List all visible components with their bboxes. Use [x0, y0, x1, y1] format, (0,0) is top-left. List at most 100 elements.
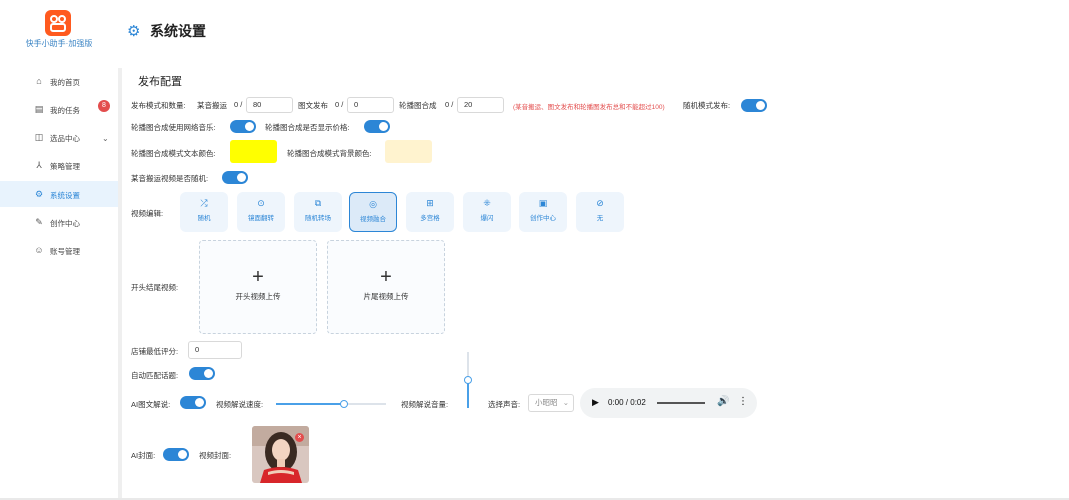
speed-slider-fill: [276, 403, 345, 405]
settings-gear-icon: ⚙: [127, 23, 141, 40]
video-cover-image[interactable]: ×: [252, 426, 309, 483]
plus-icon: +: [252, 266, 264, 288]
auto-topic-toggle[interactable]: [189, 367, 215, 380]
sidebar-item-accounts[interactable]: ☺ 账号管理: [0, 237, 118, 263]
effect-random[interactable]: ⤮ 随机: [180, 192, 228, 232]
edit-icon: ✎: [35, 217, 43, 227]
volume-slider-fill: [467, 380, 469, 408]
bg-color-label: 轮播图合成模式背景颜色:: [287, 149, 372, 158]
image-post-label: 图文发布: [298, 101, 328, 110]
min-score-input[interactable]: 0: [188, 341, 242, 359]
text-color-label: 轮播图合成模式文本颜色:: [131, 149, 216, 158]
volume-slider-handle[interactable]: [464, 376, 472, 384]
effect-none[interactable]: ⊘ 无: [576, 192, 624, 232]
effect-label: 创作中心: [530, 215, 556, 222]
effect-flash[interactable]: ⁜ 爆闪: [463, 192, 511, 232]
effect-mirror[interactable]: ⊙ 镜面翻转: [237, 192, 285, 232]
video-move-input[interactable]: 80: [246, 97, 293, 113]
audio-time: 0:00 / 0:02: [608, 398, 646, 407]
effect-grid[interactable]: ⊞ 多宫格: [406, 192, 454, 232]
sidebar-item-label: 选品中心: [50, 134, 80, 143]
ai-narration-toggle[interactable]: [180, 396, 206, 409]
voice-select[interactable]: 小昭昭 ⌄: [528, 394, 574, 412]
sidebar-item-home[interactable]: ⌂ 我的首页: [0, 68, 118, 94]
user-icon: ☺: [34, 245, 44, 255]
volume-icon[interactable]: 🔊: [717, 396, 729, 407]
sidebar-item-settings[interactable]: ⚙ 系统设置: [0, 181, 118, 207]
intro-outro-label: 开头结尾视频:: [131, 283, 179, 292]
more-icon[interactable]: ⋮: [738, 396, 748, 407]
sidebar-item-create[interactable]: ✎ 创作中心: [0, 209, 118, 235]
speed-slider-handle[interactable]: [340, 400, 349, 408]
plus-icon: +: [380, 266, 392, 288]
gear-icon: ⚙: [34, 189, 44, 199]
text-color-picker[interactable]: [230, 140, 277, 163]
sidebar-item-label: 我的首页: [50, 78, 80, 87]
voice-select-value: 小昭昭: [535, 398, 558, 407]
chevron-down-icon[interactable]: ⌄: [102, 134, 109, 143]
auto-topic-label: 自动匹配话题:: [131, 371, 179, 380]
effect-label: 随机转场: [305, 215, 331, 222]
task-icon: ▤: [34, 104, 44, 114]
effect-create[interactable]: ▣ 创作中心: [519, 192, 567, 232]
remove-cover-icon[interactable]: ×: [295, 433, 304, 442]
ai-cover-label: AI封面:: [131, 451, 156, 460]
video-edit-label: 视频编辑:: [131, 209, 164, 218]
random-mode-toggle[interactable]: [741, 99, 767, 112]
section-title: 发布配置: [138, 76, 182, 88]
chevron-down-icon: ⌄: [562, 398, 569, 407]
effect-label: 镜面翻转: [248, 215, 274, 222]
audio-player: ▶ 0:00 / 0:02 🔊 ⋮: [580, 388, 757, 418]
sidebar-item-label: 账号管理: [50, 247, 80, 256]
grid-icon: ⊞: [426, 198, 434, 208]
carousel-music-label: 轮播图合成使用网络音乐:: [131, 123, 216, 132]
image-post-input[interactable]: 0: [347, 97, 394, 113]
app-logo: [45, 10, 71, 36]
effect-label: 多宫格: [420, 215, 440, 222]
outro-upload[interactable]: + 片尾视频上传: [327, 240, 445, 334]
ai-cover-toggle[interactable]: [163, 448, 189, 461]
effect-label: 视频融合: [360, 216, 386, 223]
create-icon: ▣: [538, 198, 548, 208]
carousel-price-toggle[interactable]: [364, 120, 390, 133]
random-mode-label: 随机模式发布:: [683, 101, 731, 110]
play-icon[interactable]: ▶: [592, 397, 599, 408]
shuffle-icon: ⤮: [200, 198, 208, 208]
voice-label: 选择声音:: [488, 400, 521, 409]
page-title: 系统设置: [150, 23, 206, 39]
limit-warning: (某音搬运、图文发布和轮播图发布总和不能超过100): [513, 104, 665, 111]
sidebar-item-strategy[interactable]: ⅄ 策略管理: [0, 152, 118, 178]
flash-icon: ⁜: [483, 198, 491, 208]
carousel-music-toggle[interactable]: [230, 120, 256, 133]
sidebar-item-label: 系统设置: [50, 191, 80, 200]
sidebar: 快手小助手·加强版 ⌂ 我的首页 ▤ 我的任务 8 ◫ 选品中心 ⌄ ⅄ 策略管…: [0, 0, 118, 500]
blend-icon: ◎: [369, 199, 377, 209]
effect-label: 爆闪: [480, 215, 494, 222]
bag-icon: ◫: [34, 132, 44, 142]
effect-transition[interactable]: ⧉ 随机转场: [294, 192, 342, 232]
video-cover-label: 视频封面:: [199, 451, 232, 460]
task-count-badge: 8: [98, 100, 110, 112]
ai-narration-label: AI图文解说:: [131, 400, 171, 409]
narration-volume-label: 视频解说音量:: [401, 400, 449, 409]
strategy-icon: ⅄: [36, 160, 42, 170]
transition-icon: ⧉: [314, 198, 322, 208]
audio-progress[interactable]: [657, 402, 705, 404]
video-move-used: 0 /: [234, 100, 243, 109]
video-move-label: 某音搬运: [197, 101, 227, 110]
random-video-toggle[interactable]: [222, 171, 248, 184]
carousel-input[interactable]: 20: [457, 97, 504, 113]
min-score-label: 店铺最低评分:: [131, 347, 179, 356]
mode-count-label: 发布模式和数量:: [131, 101, 186, 110]
home-icon: ⌂: [36, 76, 42, 86]
sidebar-item-products[interactable]: ◫ 选品中心: [0, 124, 118, 150]
none-icon: ⊘: [596, 198, 604, 208]
image-post-used: 0 /: [335, 100, 344, 109]
narration-speed-label: 视频解说速度:: [216, 400, 264, 409]
carousel-used: 0 /: [445, 100, 454, 109]
bg-color-picker[interactable]: [385, 140, 432, 163]
carousel-price-label: 轮播图合成是否显示价格:: [265, 123, 350, 132]
intro-upload[interactable]: + 开头视频上传: [199, 240, 317, 334]
effect-blend[interactable]: ◎ 视频融合: [349, 192, 397, 232]
intro-upload-label: 开头视频上传: [235, 292, 281, 301]
